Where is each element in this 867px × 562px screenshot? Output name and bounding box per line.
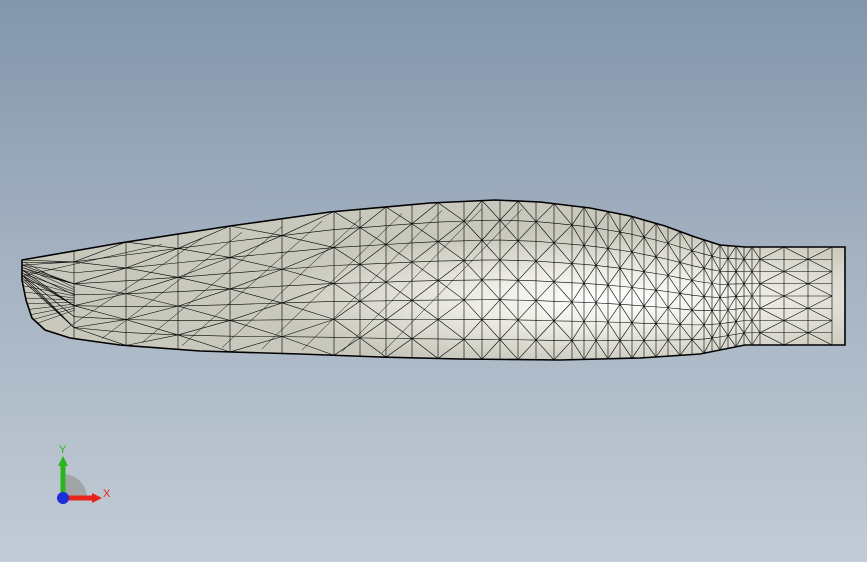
x-axis-arrowhead	[92, 493, 102, 503]
axis-triad: Y X	[57, 444, 111, 504]
blade-surface	[21, 199, 846, 361]
y-axis-arrowhead	[58, 456, 68, 466]
mesh-model[interactable]	[0, 0, 867, 562]
y-axis-label: Y	[59, 444, 67, 456]
graphics-viewport[interactable]: Y X	[0, 0, 867, 562]
z-axis-dot	[57, 492, 69, 504]
x-axis-label: X	[103, 488, 111, 500]
